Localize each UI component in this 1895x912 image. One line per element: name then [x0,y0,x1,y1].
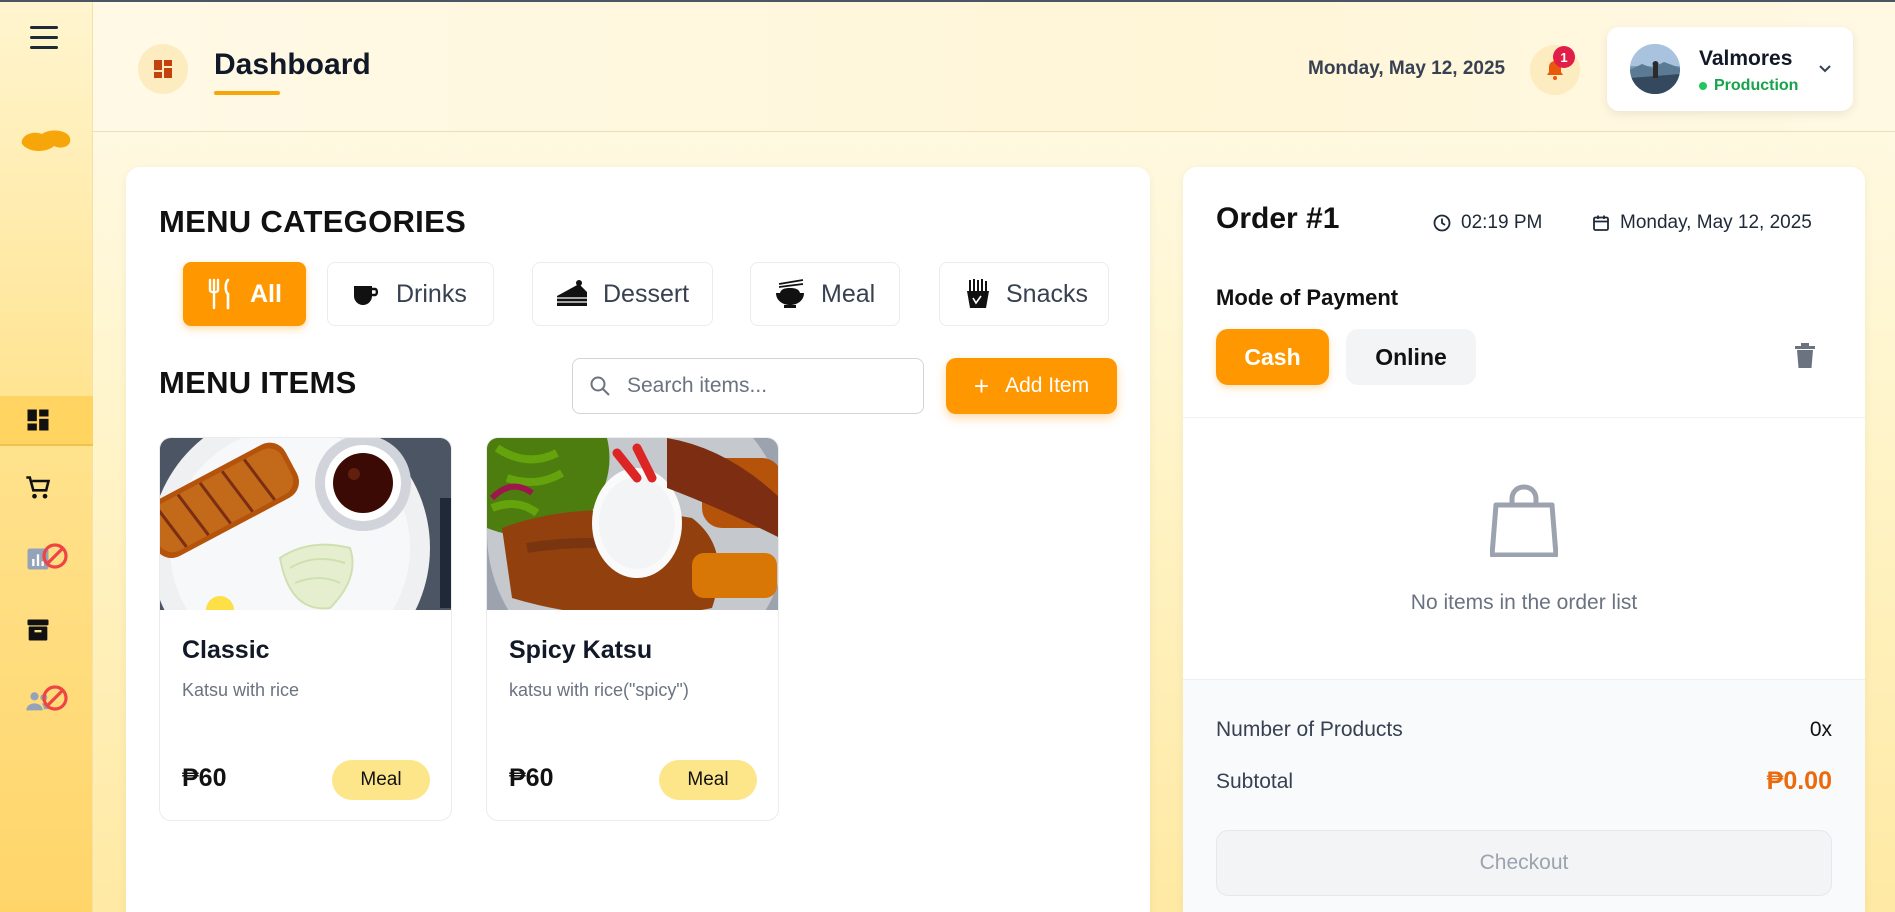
rice-bowl-icon [776,279,804,308]
notification-count-badge: 1 [1553,46,1575,68]
clock-icon [1433,214,1451,232]
status-dot [1699,82,1707,90]
sidebar-item-cart[interactable] [0,463,93,513]
menu-panel: MENU CATEGORIES All Drinks Dessert Meal [126,167,1150,912]
category-label: All [250,279,282,308]
user-profile-menu[interactable]: Valmores Production [1607,27,1853,111]
order-date-value: Monday, May 12, 2025 [1620,212,1812,233]
chevron-down-icon [1819,65,1831,73]
search-input[interactable] [627,374,907,398]
calendar-icon [1593,215,1609,231]
category-dessert[interactable]: Dessert [532,262,713,326]
item-description: Katsu with rice [182,680,300,700]
avatar [1630,44,1680,94]
item-price: ₱60 [509,764,554,792]
item-description: katsu with rice("spicy") [509,680,689,700]
sidebar-item-archive[interactable] [0,605,93,655]
order-summary: Number of Products 0x Subtotal ₱0.00 Che… [1183,679,1865,912]
item-category-tag: Meal [659,760,757,800]
menu-item-card[interactable]: Classic Katsu with rice ₱60 Meal [159,437,452,821]
header-date: Monday, May 12, 2025 [1308,58,1506,79]
sidebar-item-dashboard[interactable] [0,396,93,446]
cart-icon [26,476,51,499]
brand-logo [18,124,74,161]
user-status: Production [1699,77,1798,95]
category-drinks[interactable]: Drinks [327,262,494,326]
cake-slice-icon [557,280,587,306]
category-label: Drinks [396,279,467,308]
category-label: Meal [821,279,876,308]
order-time: 02:19 PM [1433,212,1542,234]
title-underline [214,91,280,95]
payment-cash-button[interactable]: Cash [1216,329,1329,385]
order-date: Monday, May 12, 2025 [1592,212,1812,234]
divider [1183,417,1865,418]
user-name: Valmores [1699,47,1793,70]
dashboard-icon [138,44,188,94]
archive-icon [27,619,49,641]
empty-order-message: No items in the order list [1410,591,1638,614]
products-count-label: Number of Products [1216,718,1403,741]
payment-mode-label: Mode of Payment [1216,285,1399,310]
category-meal[interactable]: Meal [750,262,900,326]
sidebar [0,2,93,912]
search-box [572,358,924,414]
item-name: Spicy Katsu [509,636,653,664]
category-snacks[interactable]: Snacks [939,262,1109,326]
blocked-icon [42,543,68,569]
checkout-button[interactable]: Checkout [1216,830,1832,896]
shopping-bag-icon [1490,484,1558,557]
plus-icon: + [973,370,990,401]
item-category-tag: Meal [332,760,430,800]
search-icon [590,376,610,396]
user-status-label: Production [1714,77,1799,94]
dashboard-icon [27,409,49,431]
top-header: Dashboard Monday, May 12, 2025 1 Valmore… [93,2,1895,132]
subtotal-value: ₱0.00 [1766,767,1832,795]
item-name: Classic [182,636,270,664]
subtotal-label: Subtotal [1216,770,1294,793]
trash-icon[interactable] [1794,343,1816,369]
fries-icon [967,279,989,308]
coffee-cup-icon [354,286,379,305]
item-photo-classic [160,438,451,610]
order-title: Order #1 [1216,202,1340,235]
products-count-value: 0x [1809,718,1832,741]
category-all[interactable]: All [183,262,306,326]
sidebar-item-reports[interactable] [0,534,93,584]
order-panel: Order #1 02:19 PM Monday, May 12, 2025 M… [1183,167,1865,912]
add-item-button[interactable]: + Add Item [946,358,1117,414]
page-title: Dashboard [214,48,371,81]
menu-categories-title: MENU CATEGORIES [159,204,467,239]
blocked-icon [42,685,68,711]
category-label: Snacks [1006,279,1088,308]
menu-items-title: MENU ITEMS [159,365,357,400]
sidebar-item-users[interactable] [0,676,93,726]
payment-online-button[interactable]: Online [1346,329,1476,385]
category-label: Dessert [603,279,690,308]
menu-item-card[interactable]: Spicy Katsu katsu with rice("spicy") ₱60… [486,437,779,821]
order-time-value: 02:19 PM [1461,212,1543,233]
item-price: ₱60 [182,764,227,792]
utensils-icon [208,278,230,310]
add-item-label: Add Item [1005,374,1090,397]
item-photo-spicy-katsu [487,438,778,610]
hamburger-menu-icon[interactable] [30,26,58,50]
